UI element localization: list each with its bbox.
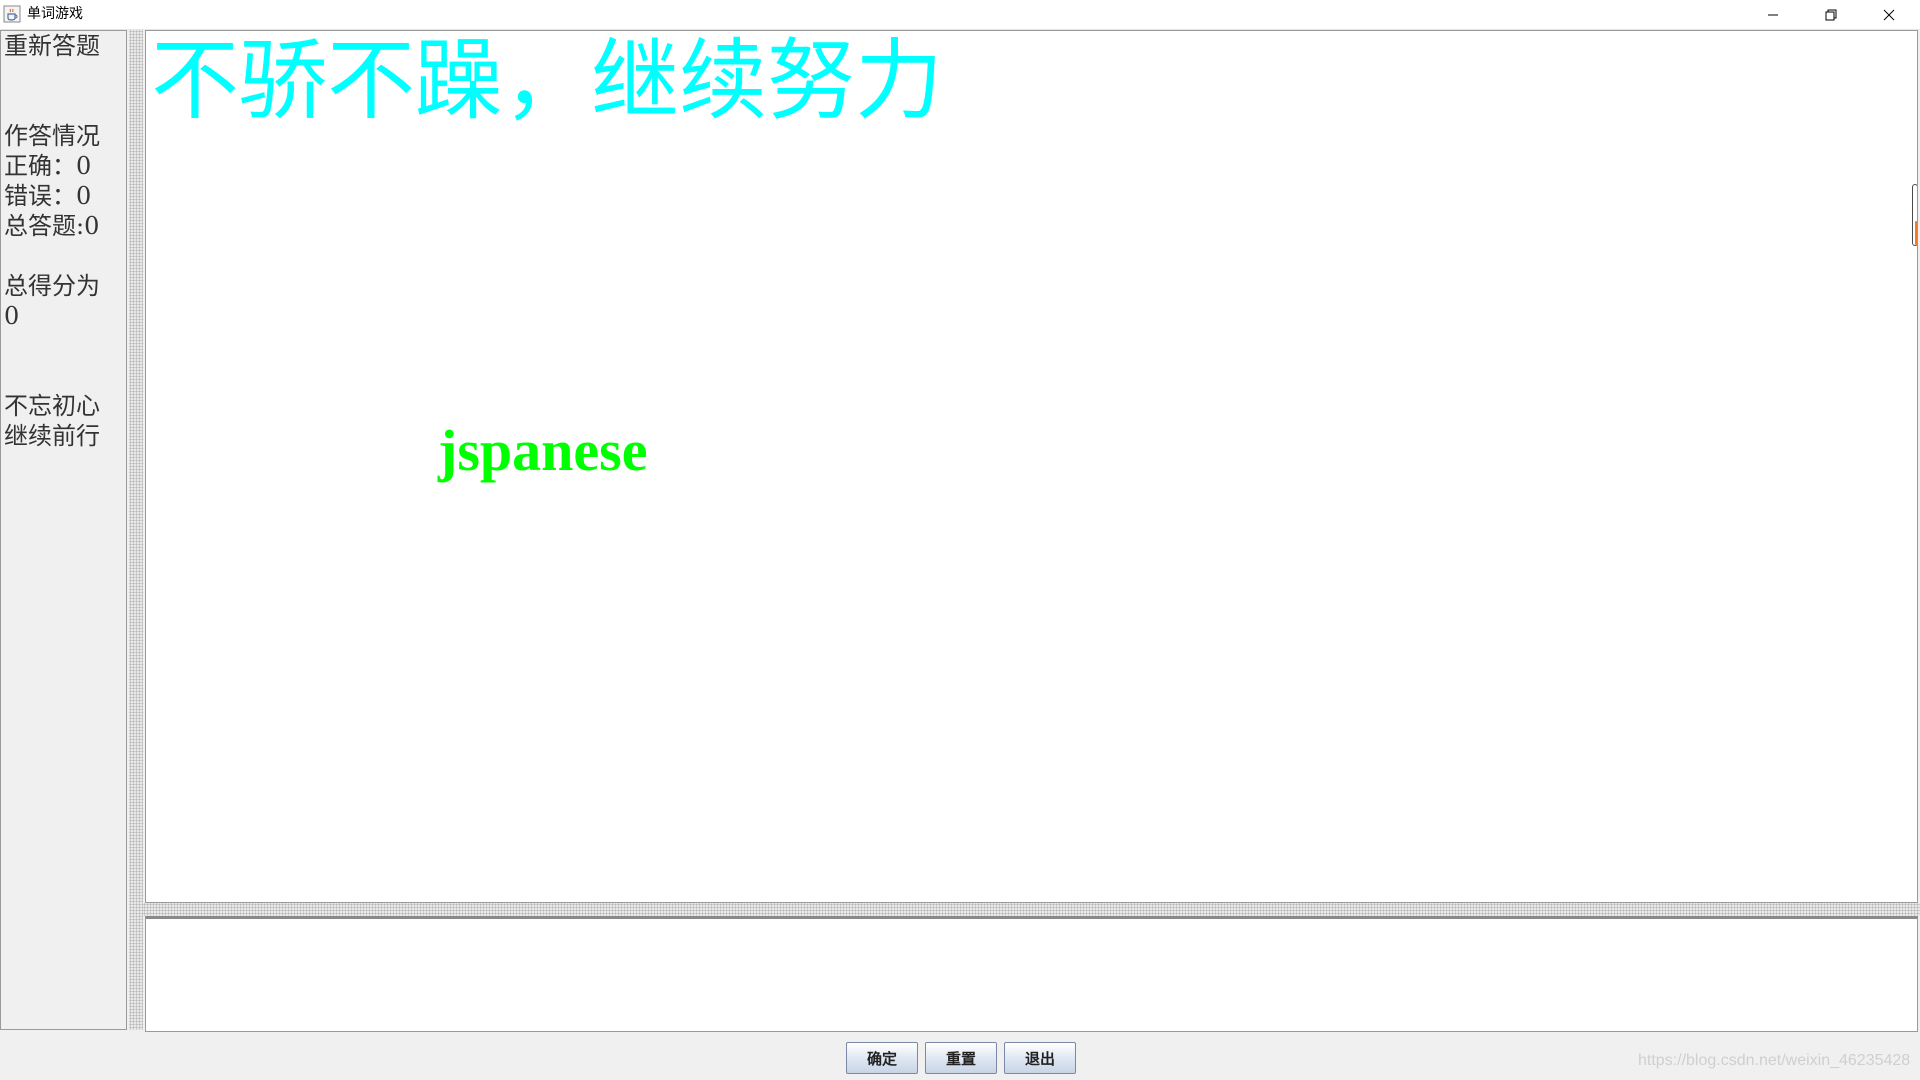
total-count: 总答题:0: [4, 212, 100, 240]
status-heading: 作答情况: [4, 122, 100, 150]
java-cup-icon: [3, 5, 21, 23]
status-panel: 重新答题 作答情况 正确：0 错误：0 总答题:0 总得分为 0 不忘初心 继续…: [0, 30, 127, 1030]
encouragement-banner: 不骄不躁，继续努力: [151, 30, 944, 132]
reset-button[interactable]: 重置: [925, 1042, 997, 1074]
window-title: 单词游戏: [27, 6, 83, 22]
correct-count: 正确：0: [4, 152, 92, 180]
vertical-split-divider[interactable]: [129, 30, 143, 1030]
minimize-icon: [1767, 9, 1779, 21]
score-value: 0: [4, 302, 20, 330]
restore-icon: [1825, 9, 1837, 21]
motto-line-1: 不忘初心: [4, 392, 100, 420]
title-bar: 单词游戏: [0, 0, 1920, 30]
exit-button[interactable]: 退出: [1004, 1042, 1076, 1074]
app-window: 单词游戏 重新答题 作答情况 正确：0 错误：0 总答题:0 总得分为 0 不忘…: [0, 0, 1920, 1080]
scrollbar-thumb-accent: [1915, 221, 1917, 245]
answer-input[interactable]: [145, 916, 1918, 1032]
score-label: 总得分为: [4, 272, 100, 300]
restart-label[interactable]: 重新答题: [4, 31, 100, 61]
restore-button[interactable]: [1802, 0, 1860, 29]
minimize-button[interactable]: [1744, 0, 1802, 29]
motto-line-2: 继续前行: [4, 422, 100, 450]
wrong-count: 错误：0: [4, 182, 92, 210]
target-word: jspanese: [438, 418, 648, 483]
horizontal-split-divider[interactable]: [143, 903, 1920, 916]
close-icon: [1883, 9, 1895, 21]
watermark-text: https://blog.csdn.net/weixin_46235428: [1638, 1052, 1911, 1069]
close-button[interactable]: [1860, 0, 1918, 29]
word-display-area: 不骄不躁，继续努力 jspanese: [145, 30, 1918, 903]
confirm-button[interactable]: 确定: [846, 1042, 918, 1074]
